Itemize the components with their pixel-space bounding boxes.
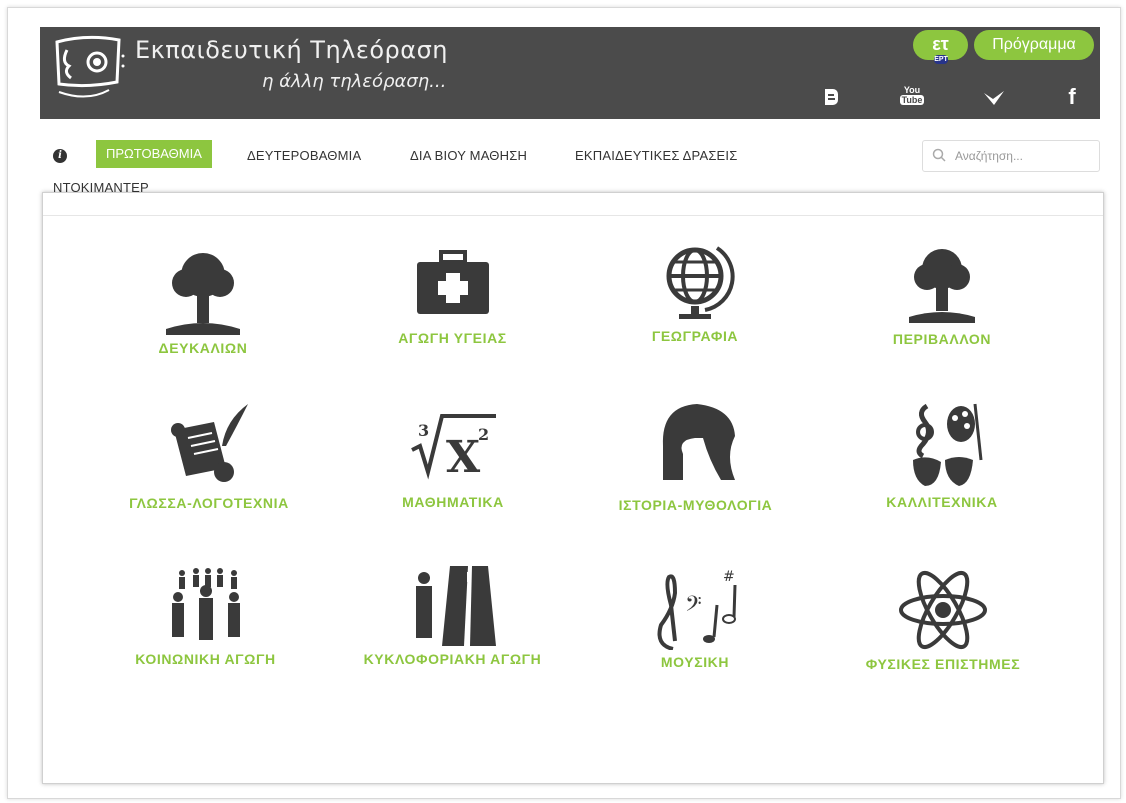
youtube-text-bottom: Tube [900,95,924,105]
category-geography[interactable]: ΓΕΩΓΡΑΦΙΑ [620,240,770,344]
youtube-icon[interactable]: You Tube [900,85,924,109]
tree-icon [166,253,240,335]
category-label: ΠΕΡΙΒΑΛΛΟΝ [892,331,992,347]
search-input[interactable]: Αναζήτηση... [955,149,1023,163]
first-aid-kit-icon [416,250,489,314]
spartan-helmet-icon [662,404,735,480]
category-deukalion[interactable]: ΔΕΥΚΑΛΙΩΝ [128,245,278,356]
math-exponent: 2 [478,425,489,444]
svg-text:𝄢: 𝄢 [685,592,702,622]
math-base: X [446,432,481,480]
road-pedestrian-icon [415,566,496,646]
scroll-quill-icon [171,404,248,482]
category-natural-sciences[interactable]: ΦΥΣΙΚΕΣ ΕΠΙΣΤΗΜΕΣ [843,570,1043,672]
globe-icon [666,246,735,319]
category-label: ΔΕΥΚΑΛΙΩΝ [158,340,248,356]
category-language-literature[interactable]: ΓΛΩΣΣΑ-ΛΟΓΟΤΕΧΝΙΑ [111,400,307,511]
search-box[interactable]: Αναζήτηση... [922,140,1100,172]
nav-item-secondary[interactable]: ΔΕΥΤΕΡΟΒΑΘΜΙΑ [247,148,361,163]
category-label: ΙΣΤΟΡΙΑ-ΜΥΘΟΛΟΓΙΑ [618,497,773,513]
nav-item-educational-actions[interactable]: ΕΚΠΑΙΔΕΥΤΙΚΕΣ ΔΡΑΣΕΙΣ [575,148,737,163]
search-icon [932,148,946,162]
arts-masks-icon [913,403,983,486]
category-label: ΚΑΛΛΙΤΕΧΝΙΚΑ [886,494,998,510]
category-label: ΓΛΩΣΣΑ-ΛΟΓΟΤΕΧΝΙΑ [129,495,289,511]
site-subtitle: η άλλη τηλεόραση... [262,71,447,92]
svg-text:#: # [723,569,735,585]
tv-face-logo[interactable] [47,32,127,104]
category-arts[interactable]: ΚΑΛΛΙΤΕΧΝΙΚΑ [867,400,1017,510]
atom-icon [899,570,987,650]
ert-logo-icon[interactable]: ετ ΕΡΤ [913,30,968,64]
category-label: ΚΥΚΛΟΦΟΡΙΑΚΗ ΑΓΩΓΗ [363,651,542,667]
category-music[interactable]: 𝄢 # ΜΟΥΣΙΚΗ [620,565,770,670]
nav-item-lifelong-learning[interactable]: ΔΙΑ ΒΙΟΥ ΜΑΘΗΣΗ [410,148,527,163]
site-header: Εκπαιδευτική Τηλεόραση η άλλη τηλεόραση.… [40,27,1100,119]
ert-badge-small: ΕΡΤ [934,55,948,64]
category-label: ΓΕΩΓΡΑΦΙΑ [651,328,739,344]
site-title[interactable]: Εκπαιδευτική Τηλεόραση [135,36,448,64]
nav-item-primary[interactable]: ΠΡΩΤΟΒΑΘΜΙΑ [96,140,212,168]
category-label: ΜΟΥΣΙΚΗ [660,654,730,670]
math-root-icon: 3 X 2 [411,414,496,480]
facebook-letter: f [1068,84,1076,109]
math-index: 3 [418,421,429,440]
ert-badge-text: ετ [932,34,949,54]
blogger-icon[interactable] [820,85,844,109]
category-environment[interactable]: ΠΕΡΙΒΑΛΛΟΝ [867,245,1017,347]
category-history-mythology[interactable]: ΙΣΤΟΡΙΑ-ΜΥΘΟΛΟΓΙΑ [598,400,793,513]
info-icon[interactable]: i [53,149,67,163]
panel-divider [43,215,1103,216]
people-group-icon [171,568,240,640]
category-traffic-education[interactable]: ΚΥΚΛΟΦΟΡΙΑΚΗ ΑΓΩΓΗ [345,562,560,667]
category-label: ΦΥΣΙΚΕΣ ΕΠΙΣΤΗΜΕΣ [865,656,1021,672]
category-mathematics[interactable]: 3 X 2 ΜΑΘΗΜΑΤΙΚΑ [378,410,528,510]
program-button[interactable]: Πρόγραμμα [974,30,1094,60]
tree-icon [909,249,975,323]
category-social-education[interactable]: ΚΟΙΝΩΝΙΚΗ ΑΓΩΓΗ [118,565,293,667]
category-label: ΜΑΘΗΜΑΤΙΚΑ [402,494,504,510]
category-label: ΑΓΩΓΗ ΥΓΕΙΑΣ [398,330,507,346]
facebook-icon[interactable]: f [1060,85,1084,109]
category-health[interactable]: ΑΓΩΓΗ ΥΓΕΙΑΣ [375,250,530,346]
category-label: ΚΟΙΝΩΝΙΚΗ ΑΓΩΓΗ [135,651,276,667]
bird-icon[interactable] [982,85,1006,109]
music-notes-icon: 𝄢 # [657,569,737,650]
youtube-text-top: You [903,85,921,95]
